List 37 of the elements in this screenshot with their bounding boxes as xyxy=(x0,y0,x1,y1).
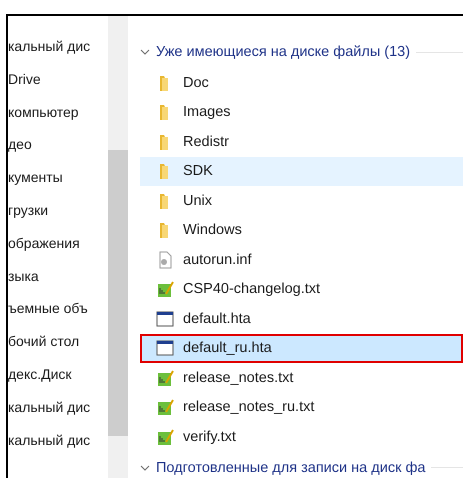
file-item[interactable]: release_notes.txt xyxy=(140,363,463,392)
file-item[interactable]: release_notes_ru.txt xyxy=(140,392,463,422)
nav-item[interactable]: бочий стол xyxy=(8,325,108,358)
file-item[interactable]: default.hta xyxy=(140,304,463,334)
group-header[interactable]: Подготовленные для записи на диск фа xyxy=(156,460,426,476)
file-item[interactable]: Doc xyxy=(140,68,463,98)
file-item[interactable]: default_ru.hta xyxy=(140,334,463,363)
nav-item[interactable]: ображения xyxy=(8,226,108,260)
window-icon xyxy=(156,310,174,328)
notepad-icon xyxy=(156,368,174,387)
notepad-icon xyxy=(156,398,174,416)
nav-item[interactable]: грузки xyxy=(8,194,108,227)
nav-item[interactable]: кальный дис xyxy=(8,424,108,456)
file-item[interactable]: Redistr xyxy=(140,127,463,156)
nav-item[interactable]: кальный дис xyxy=(8,30,108,63)
group-header[interactable]: Уже имеющиеся на диске файлы (13) xyxy=(156,44,410,60)
chevron-icon[interactable] xyxy=(140,462,150,472)
file-item[interactable]: autorun.inf xyxy=(140,245,463,274)
nav-item[interactable]: кальный дис xyxy=(8,390,108,424)
nav-item[interactable]: ъемные объ xyxy=(8,292,108,326)
notepad-icon xyxy=(156,280,174,298)
nav-item[interactable]: Drive xyxy=(8,62,108,96)
chevron-icon[interactable] xyxy=(140,47,150,57)
nav-item[interactable]: кументы xyxy=(8,161,108,194)
scrollbar-thumb[interactable] xyxy=(108,150,128,436)
file-item[interactable]: SDK xyxy=(140,156,463,186)
file-item[interactable]: Windows xyxy=(140,216,463,245)
file-item[interactable]: verify.txt xyxy=(140,422,463,452)
file-item[interactable]: Images xyxy=(140,98,463,127)
nav-item[interactable]: компьютер xyxy=(8,96,108,128)
window-icon xyxy=(156,339,174,358)
nav-item[interactable]: део xyxy=(8,128,108,162)
nav-item[interactable]: зыка xyxy=(8,260,108,292)
nav-item[interactable]: декс.Диск xyxy=(8,358,108,391)
notepad-icon xyxy=(156,428,174,446)
file-item[interactable]: Unix xyxy=(140,186,463,216)
file-item[interactable]: CSP40-changelog.txt xyxy=(140,274,463,304)
